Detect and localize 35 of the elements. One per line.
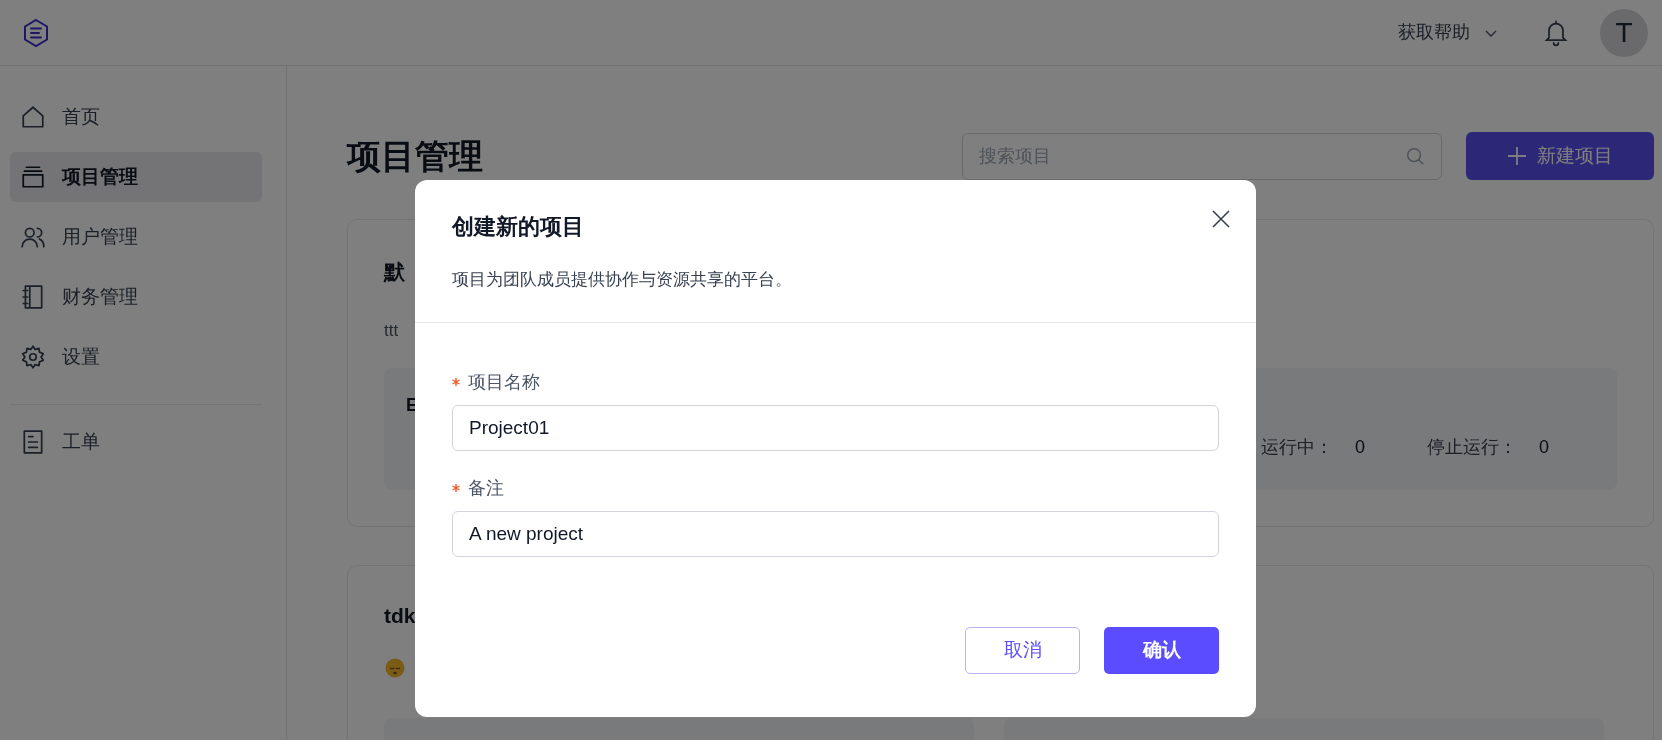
notebook-icon [20,284,46,310]
input-field[interactable]: A new project [452,511,1219,557]
sidebar-item[interactable]: 首页 [10,92,262,142]
sidebar-item[interactable]: 项目管理 [10,152,262,202]
sidebar-item[interactable]: 工单 [10,417,262,467]
sidebar-item[interactable]: 设置 [10,332,262,382]
stat-label: 运行中： [1261,435,1333,459]
home-icon [20,104,46,130]
users-icon [20,224,46,250]
field-label: 备注 [468,476,504,500]
field-label: 项目名称 [468,370,540,394]
dialog-description: 项目为团队成员提供协作与资源共享的平台。 [452,269,793,291]
sleeping-face-icon [384,656,406,678]
plus-icon [1507,146,1527,166]
sidebar-item[interactable]: 用户管理 [10,212,262,262]
help-menu[interactable]: 获取帮助 [1398,19,1498,46]
card-title: tdk [384,603,416,629]
card-title: 默 [384,259,405,285]
stat-label: 停止运行： [1427,435,1517,459]
cancel-button[interactable]: 取消 [965,627,1080,674]
new-project-button[interactable]: 新建项目 [1466,132,1654,180]
dialog-title: 创建新的项目 [452,213,585,241]
stack-icon [20,164,46,190]
sidebar-item[interactable]: 财务管理 [10,272,262,322]
confirm-button[interactable]: 确认 [1104,627,1219,674]
user-avatar[interactable]: T [1600,8,1648,57]
stat-value: 0 [1539,435,1550,459]
input-field[interactable]: Project01 [452,405,1219,451]
settings-icon [20,344,46,370]
close-icon[interactable] [1212,210,1230,228]
card-description: ttt [384,320,399,342]
stat-value: 0 [1355,435,1365,459]
document-icon [20,429,46,455]
notification-bell-icon[interactable] [1542,18,1570,47]
page-title: 项目管理 [347,135,483,177]
